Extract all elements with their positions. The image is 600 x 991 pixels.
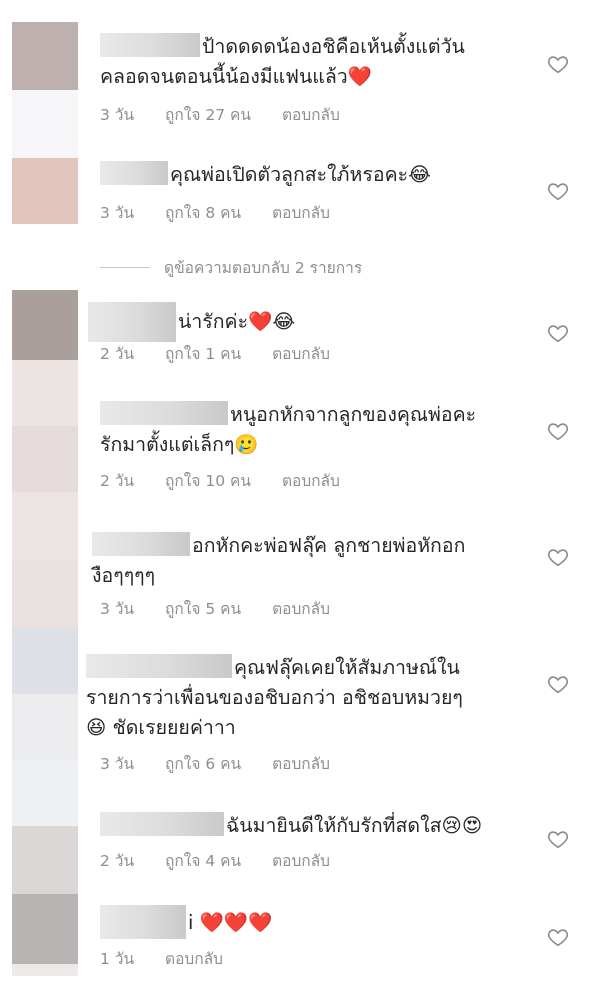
comment-meta: 2 วัน ถูกใจ 1 คน ตอบกลับ (100, 341, 356, 366)
comment-likes[interactable]: ถูกใจ 1 คน (165, 341, 241, 366)
comment-meta: 2 วัน ถูกใจ 4 คน ตอบกลับ (100, 848, 356, 873)
reply-button[interactable]: ตอบกลับ (272, 751, 330, 776)
comment-meta: 3 วัน ถูกใจ 8 คน ตอบกลับ (100, 200, 356, 225)
comment-likes[interactable]: ถูกใจ 10 คน (165, 468, 251, 493)
divider-line (100, 267, 150, 268)
view-replies-label: ดูข้อความตอบกลับ 2 รายการ (164, 259, 363, 277)
reply-button[interactable]: ตอบกลับ (272, 341, 330, 366)
comment-time: 3 วัน (100, 755, 135, 773)
comment-likes[interactable]: ถูกใจ 8 คน (165, 200, 241, 225)
comment-meta: 3 วัน ถูกใจ 5 คน ตอบกลับ (100, 596, 356, 621)
avatar-placeholder (12, 360, 78, 426)
avatar-placeholder (12, 964, 78, 976)
blurred-username[interactable] (92, 532, 190, 556)
comment-likes[interactable]: ถูกใจ 6 คน (165, 751, 241, 776)
blurred-username[interactable] (86, 654, 232, 678)
avatar-placeholder (12, 90, 78, 158)
blurred-username[interactable] (100, 161, 168, 185)
blurred-username[interactable] (88, 302, 176, 342)
comment-likes[interactable]: ถูกใจ 4 คน (165, 848, 241, 873)
reply-button[interactable]: ตอบกลับ (272, 596, 330, 621)
comment-meta: 3 วัน ถูกใจ 6 คน ตอบกลับ (100, 751, 356, 776)
avatar[interactable] (12, 894, 78, 964)
avatar-placeholder (12, 760, 78, 826)
avatar[interactable] (12, 22, 78, 90)
comment-likes[interactable]: ถูกใจ 5 คน (165, 596, 241, 621)
comment-text: คุณฟลุ๊คเคยให้สัมภาษณ์ใน รายการว่าเพื่อน… (86, 654, 463, 739)
comment-text: น่ารักค่ะ❤️😂 (88, 302, 508, 342)
reply-button[interactable]: ตอบกลับ (165, 946, 223, 971)
avatar[interactable] (12, 158, 78, 224)
view-replies-link[interactable]: ดูข้อความตอบกลับ 2 รายการ (100, 255, 362, 280)
heart-outline-icon[interactable] (547, 180, 569, 202)
avatar-placeholder (12, 492, 78, 560)
heart-outline-icon[interactable] (547, 828, 569, 850)
blurred-username[interactable] (100, 812, 224, 836)
heart-outline-icon[interactable] (547, 926, 569, 948)
blurred-username[interactable] (100, 905, 186, 939)
reply-button[interactable]: ตอบกลับ (272, 848, 330, 873)
avatar[interactable] (12, 628, 78, 694)
heart-outline-icon[interactable] (547, 322, 569, 344)
blurred-username[interactable] (100, 401, 228, 425)
heart-outline-icon[interactable] (547, 673, 569, 695)
avatar[interactable] (12, 826, 78, 894)
avatar[interactable] (12, 426, 78, 492)
avatar[interactable] (12, 290, 78, 360)
comment-likes[interactable]: ถูกใจ 27 คน (165, 102, 251, 127)
reply-button[interactable]: ตอบกลับ (272, 200, 330, 225)
comment-text: หนูอกหักจากลูกของคุณพ่อคะ รักมาตั้งแต่เล… (100, 401, 477, 456)
comment-meta: 2 วัน ถูกใจ 10 คน ตอบกลับ (100, 468, 366, 493)
comment-time: 1 วัน (100, 950, 135, 968)
reply-button[interactable]: ตอบกลับ (282, 468, 340, 493)
comment-text: ฉันมายินดีให้กับรักที่สดใส😢😍 (100, 811, 520, 841)
avatar[interactable] (12, 560, 78, 628)
blurred-username[interactable] (100, 33, 200, 57)
comment-meta: 1 วัน ตอบกลับ (100, 946, 249, 971)
avatar-placeholder (12, 694, 78, 760)
heart-outline-icon[interactable] (547, 420, 569, 442)
avatar-strip (12, 0, 78, 991)
comment-time: 2 วัน (100, 852, 135, 870)
comment-text: ป้าดดดดน้องอชิคือเห้นตั้งแต่วัน คลอดจนตอ… (100, 33, 465, 88)
reply-button[interactable]: ตอบกลับ (282, 102, 340, 127)
comment-text: อกหักคะพ่อฟลุ๊ค ลูกชายพ่อหักอก งือๆๆๆๆ (92, 532, 466, 587)
comment-time: 2 วัน (100, 472, 135, 490)
heart-outline-icon[interactable] (547, 53, 569, 75)
comment-time: 3 วัน (100, 600, 135, 618)
comment-time: 2 วัน (100, 345, 135, 363)
comment-time: 3 วัน (100, 204, 135, 222)
comment-text: คุณพ่อเปิดตัวลูกสะใภ้หรอคะ😂 (100, 160, 520, 190)
comment-meta: 3 วัน ถูกใจ 27 คน ตอบกลับ (100, 102, 366, 127)
comment-text: i ❤️❤️❤️ (100, 905, 520, 939)
heart-outline-icon[interactable] (547, 546, 569, 568)
comment-time: 3 วัน (100, 106, 135, 124)
